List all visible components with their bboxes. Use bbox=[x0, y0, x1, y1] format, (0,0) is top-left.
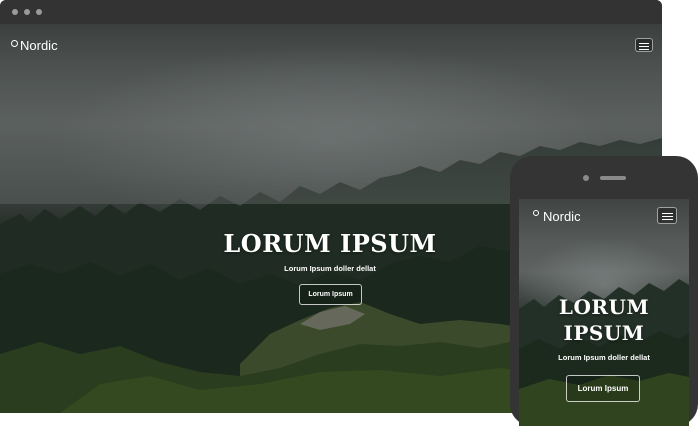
mobile-hero-title: LORUM IPSUM bbox=[529, 294, 679, 346]
circle-logo-icon bbox=[11, 40, 18, 47]
mobile-menu-button[interactable] bbox=[657, 207, 677, 224]
mobile-hero-cta-button[interactable]: Lorum Ipsum bbox=[566, 375, 640, 402]
mobile-hero-subtitle: Lorum Ipsum doller dellat bbox=[558, 353, 650, 362]
hamburger-menu-icon bbox=[639, 42, 649, 44]
mobile-hero-title-line: IPSUM bbox=[563, 321, 645, 345]
window-close-dot[interactable] bbox=[12, 9, 18, 15]
brand-name: Nordic bbox=[20, 38, 58, 53]
mobile-hero-section: Nordic LORUM IPSUM Lorum Ipsum doller de… bbox=[519, 199, 689, 426]
window-maximize-dot[interactable] bbox=[36, 9, 42, 15]
browser-title-bar bbox=[0, 0, 662, 24]
mobile-hero-title-line: LORUM bbox=[558, 295, 650, 319]
mobile-phone-mockup: Nordic LORUM IPSUM Lorum Ipsum doller de… bbox=[510, 156, 698, 426]
circle-logo-icon bbox=[533, 210, 539, 216]
phone-speaker-icon bbox=[600, 176, 626, 180]
desktop-menu-button[interactable] bbox=[635, 38, 653, 52]
desktop-hero-title: LORUM IPSUM bbox=[223, 229, 437, 258]
brand-name: Nordic bbox=[543, 209, 581, 224]
phone-camera-icon bbox=[583, 175, 589, 181]
window-minimize-dot[interactable] bbox=[24, 9, 30, 15]
hamburger-menu-icon bbox=[661, 212, 673, 214]
desktop-hero-cta-button[interactable]: Lorum Ipsum bbox=[299, 284, 362, 305]
desktop-hero-subtitle: Lorum Ipsum doller dellat bbox=[284, 264, 376, 273]
